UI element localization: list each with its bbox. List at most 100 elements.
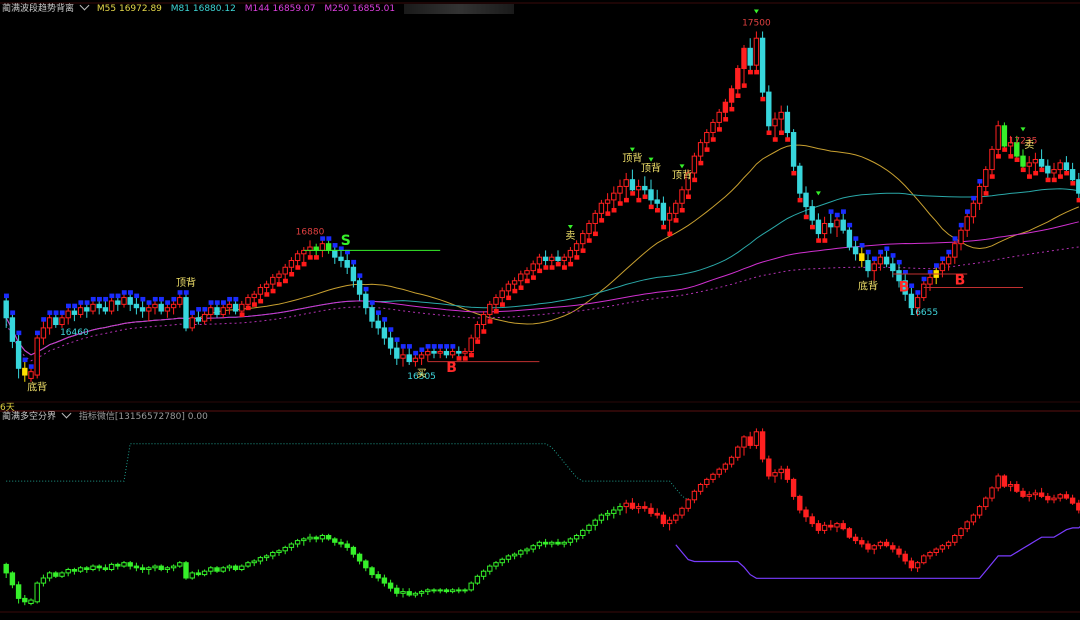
sub-candle-body: [22, 597, 28, 603]
sub-candle-body: [908, 560, 915, 569]
trend-block: [376, 310, 381, 315]
ma250-readout: M250 16855.01: [324, 4, 396, 14]
sub-candle-body: [704, 478, 710, 485]
candle-body: [443, 350, 450, 356]
chevron-down-icon[interactable]: [61, 408, 72, 419]
sub-candle-body: [214, 567, 220, 572]
trend-block: [90, 296, 96, 302]
trend-block: [841, 209, 846, 214]
sub-candle-body: [158, 565, 164, 570]
trend-block: [196, 307, 202, 312]
trend-block: [605, 211, 611, 216]
candle-body: [65, 310, 71, 319]
sub-candle-body: [226, 565, 233, 569]
sub-candle-body: [685, 499, 691, 509]
candle-body: [908, 293, 915, 309]
candle-body: [288, 260, 295, 268]
candle-body: [425, 350, 431, 356]
trend-block: [872, 256, 877, 262]
sub-candle-body: [753, 431, 760, 446]
sub-candle-body: [251, 560, 257, 564]
chevron-down-icon[interactable]: [79, 0, 90, 11]
sub-candle-body: [418, 591, 425, 594]
trend-block: [177, 290, 183, 295]
trend-block: [524, 278, 530, 284]
trend-block: [202, 307, 208, 312]
signal-letter: S: [341, 233, 351, 249]
candle-body: [158, 303, 164, 312]
sub-candle-body: [96, 565, 102, 569]
sub-candle-body: [766, 458, 772, 477]
sub-candle-body: [611, 509, 617, 514]
candle-body: [530, 263, 536, 272]
trend-block: [952, 236, 958, 241]
trend-block: [630, 191, 636, 196]
trend-block: [723, 117, 729, 122]
ma250-line: [5, 221, 1079, 356]
trend-block: [456, 356, 462, 361]
trend-block: [1051, 177, 1057, 183]
sub-candle-body: [1038, 492, 1045, 497]
price-label: 16460: [60, 328, 89, 338]
sub-candle-body: [604, 512, 611, 516]
trend-block: [983, 191, 989, 196]
candle-body: [121, 297, 127, 305]
candle-body: [728, 88, 735, 103]
candle-body: [418, 354, 425, 359]
candle-body: [270, 276, 276, 285]
trend-block: [221, 300, 226, 305]
trend-block: [233, 296, 239, 302]
sub-candle-body: [474, 575, 481, 584]
candle-body: [846, 229, 853, 248]
trend-block: [865, 249, 871, 255]
trend-block: [741, 83, 747, 88]
signal-letter: B: [446, 360, 457, 376]
trend-block: [16, 330, 22, 336]
sub-candle-body: [970, 514, 977, 523]
candle-body: [468, 337, 474, 352]
sub-candle-body: [127, 562, 133, 567]
trend-block: [717, 127, 722, 132]
sub-candle-body: [1076, 502, 1080, 511]
candle-body: [381, 327, 388, 339]
sub-indicator-title[interactable]: 蔺满多空分界: [2, 412, 56, 422]
candle-body: [573, 243, 580, 251]
trend-block: [921, 276, 927, 282]
trend-block: [822, 238, 828, 243]
candle-body: [108, 300, 115, 312]
trend-block: [748, 69, 753, 75]
trend-block: [78, 300, 84, 305]
sub-candle-body: [319, 535, 326, 540]
sub-candle-body: [121, 562, 127, 567]
sub-candle-body: [945, 541, 952, 547]
candle-body: [400, 354, 406, 359]
sub-candle-body: [301, 538, 307, 542]
candle-body: [71, 310, 78, 315]
candle-body: [784, 111, 791, 134]
candle-body: [927, 276, 933, 285]
signal-text: 顶背: [176, 276, 196, 289]
sub-candle-body: [741, 436, 747, 448]
signal-text: 卖: [1024, 139, 1034, 151]
signal-text: 底背: [27, 380, 47, 393]
trend-block: [264, 292, 270, 297]
trend-block: [934, 263, 939, 268]
trend-block: [239, 312, 245, 317]
sub-candle-body: [902, 553, 908, 562]
price-label: 17500: [742, 18, 771, 28]
trend-block: [890, 253, 896, 258]
indicator-title[interactable]: 蔺满波段趋势背离: [2, 4, 74, 14]
sub-candle-body: [139, 567, 146, 570]
sub-candle-body: [381, 577, 388, 584]
candle-body: [375, 320, 381, 329]
chart-canvas: { "header_top": { "title": "蔺满波段趋势背离", "…: [0, 0, 1080, 620]
sub-candle-body: [697, 484, 704, 492]
trend-block: [208, 300, 214, 305]
candle-body: [325, 243, 332, 251]
signal-text: 卖: [565, 230, 575, 242]
sub-candle-body: [989, 487, 995, 499]
trend-block: [1064, 170, 1070, 176]
trend-block: [351, 259, 357, 265]
upper-band-line: [6, 443, 689, 501]
trend-block: [475, 339, 481, 344]
